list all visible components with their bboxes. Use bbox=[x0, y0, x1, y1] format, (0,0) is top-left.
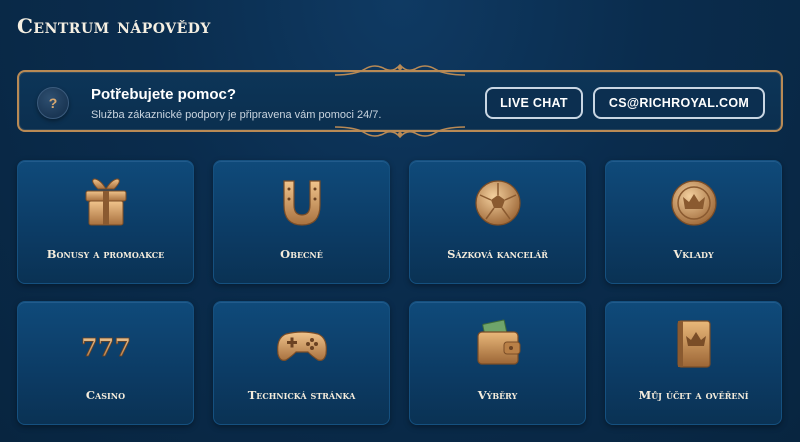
category-tile-casino[interactable]: 777 Casino bbox=[17, 301, 194, 425]
svg-text:777: 777 bbox=[80, 333, 130, 362]
banner-ornament-top bbox=[335, 63, 465, 76]
category-label: Výběry bbox=[477, 388, 518, 402]
category-tile-deposits[interactable]: Vklady bbox=[605, 160, 782, 284]
horseshoe-icon bbox=[282, 180, 321, 226]
email-support-button[interactable]: CS@RICHROYAL.COM bbox=[593, 87, 765, 119]
gift-icon bbox=[85, 178, 126, 226]
live-chat-button[interactable]: LIVE CHAT bbox=[485, 87, 583, 119]
category-label: Casino bbox=[85, 388, 126, 402]
crown-book-icon bbox=[676, 320, 711, 368]
question-mark-icon: ? bbox=[37, 87, 69, 119]
banner-ornament-bottom bbox=[335, 126, 465, 139]
category-label: Vklady bbox=[673, 247, 714, 261]
help-subtitle: Služba zákaznické podpory je připravena … bbox=[91, 109, 382, 121]
category-label: Obecné bbox=[280, 247, 323, 261]
category-label: Sázková kancelář bbox=[447, 247, 548, 261]
category-tile-sportsbook[interactable]: Sázková kancelář bbox=[409, 160, 586, 284]
page-title: Centrum nápovědy bbox=[17, 14, 211, 38]
category-tile-general[interactable]: Obecné bbox=[213, 160, 390, 284]
category-tile-account[interactable]: Můj účet a ověření bbox=[605, 301, 782, 425]
help-title: Potřebujete pomoc? bbox=[91, 86, 237, 103]
crown-coin-icon bbox=[670, 180, 717, 226]
category-tile-withdrawals[interactable]: Výběry bbox=[409, 301, 586, 425]
category-label: Můj účet a ověření bbox=[638, 388, 749, 402]
category-label: Technická stránka bbox=[247, 388, 356, 402]
soccer-ball-icon bbox=[474, 180, 521, 226]
wallet-icon bbox=[476, 319, 520, 365]
gamepad-icon bbox=[276, 331, 327, 361]
category-tile-bonuses[interactable]: Bonusy a promoakce bbox=[17, 160, 194, 284]
slot-777-icon: 777 bbox=[80, 333, 131, 363]
help-banner: ? Potřebujete pomoc? Služba zákaznické p… bbox=[17, 63, 783, 139]
category-tile-technical[interactable]: Technická stránka bbox=[213, 301, 390, 425]
category-label: Bonusy a promoakce bbox=[46, 247, 165, 261]
